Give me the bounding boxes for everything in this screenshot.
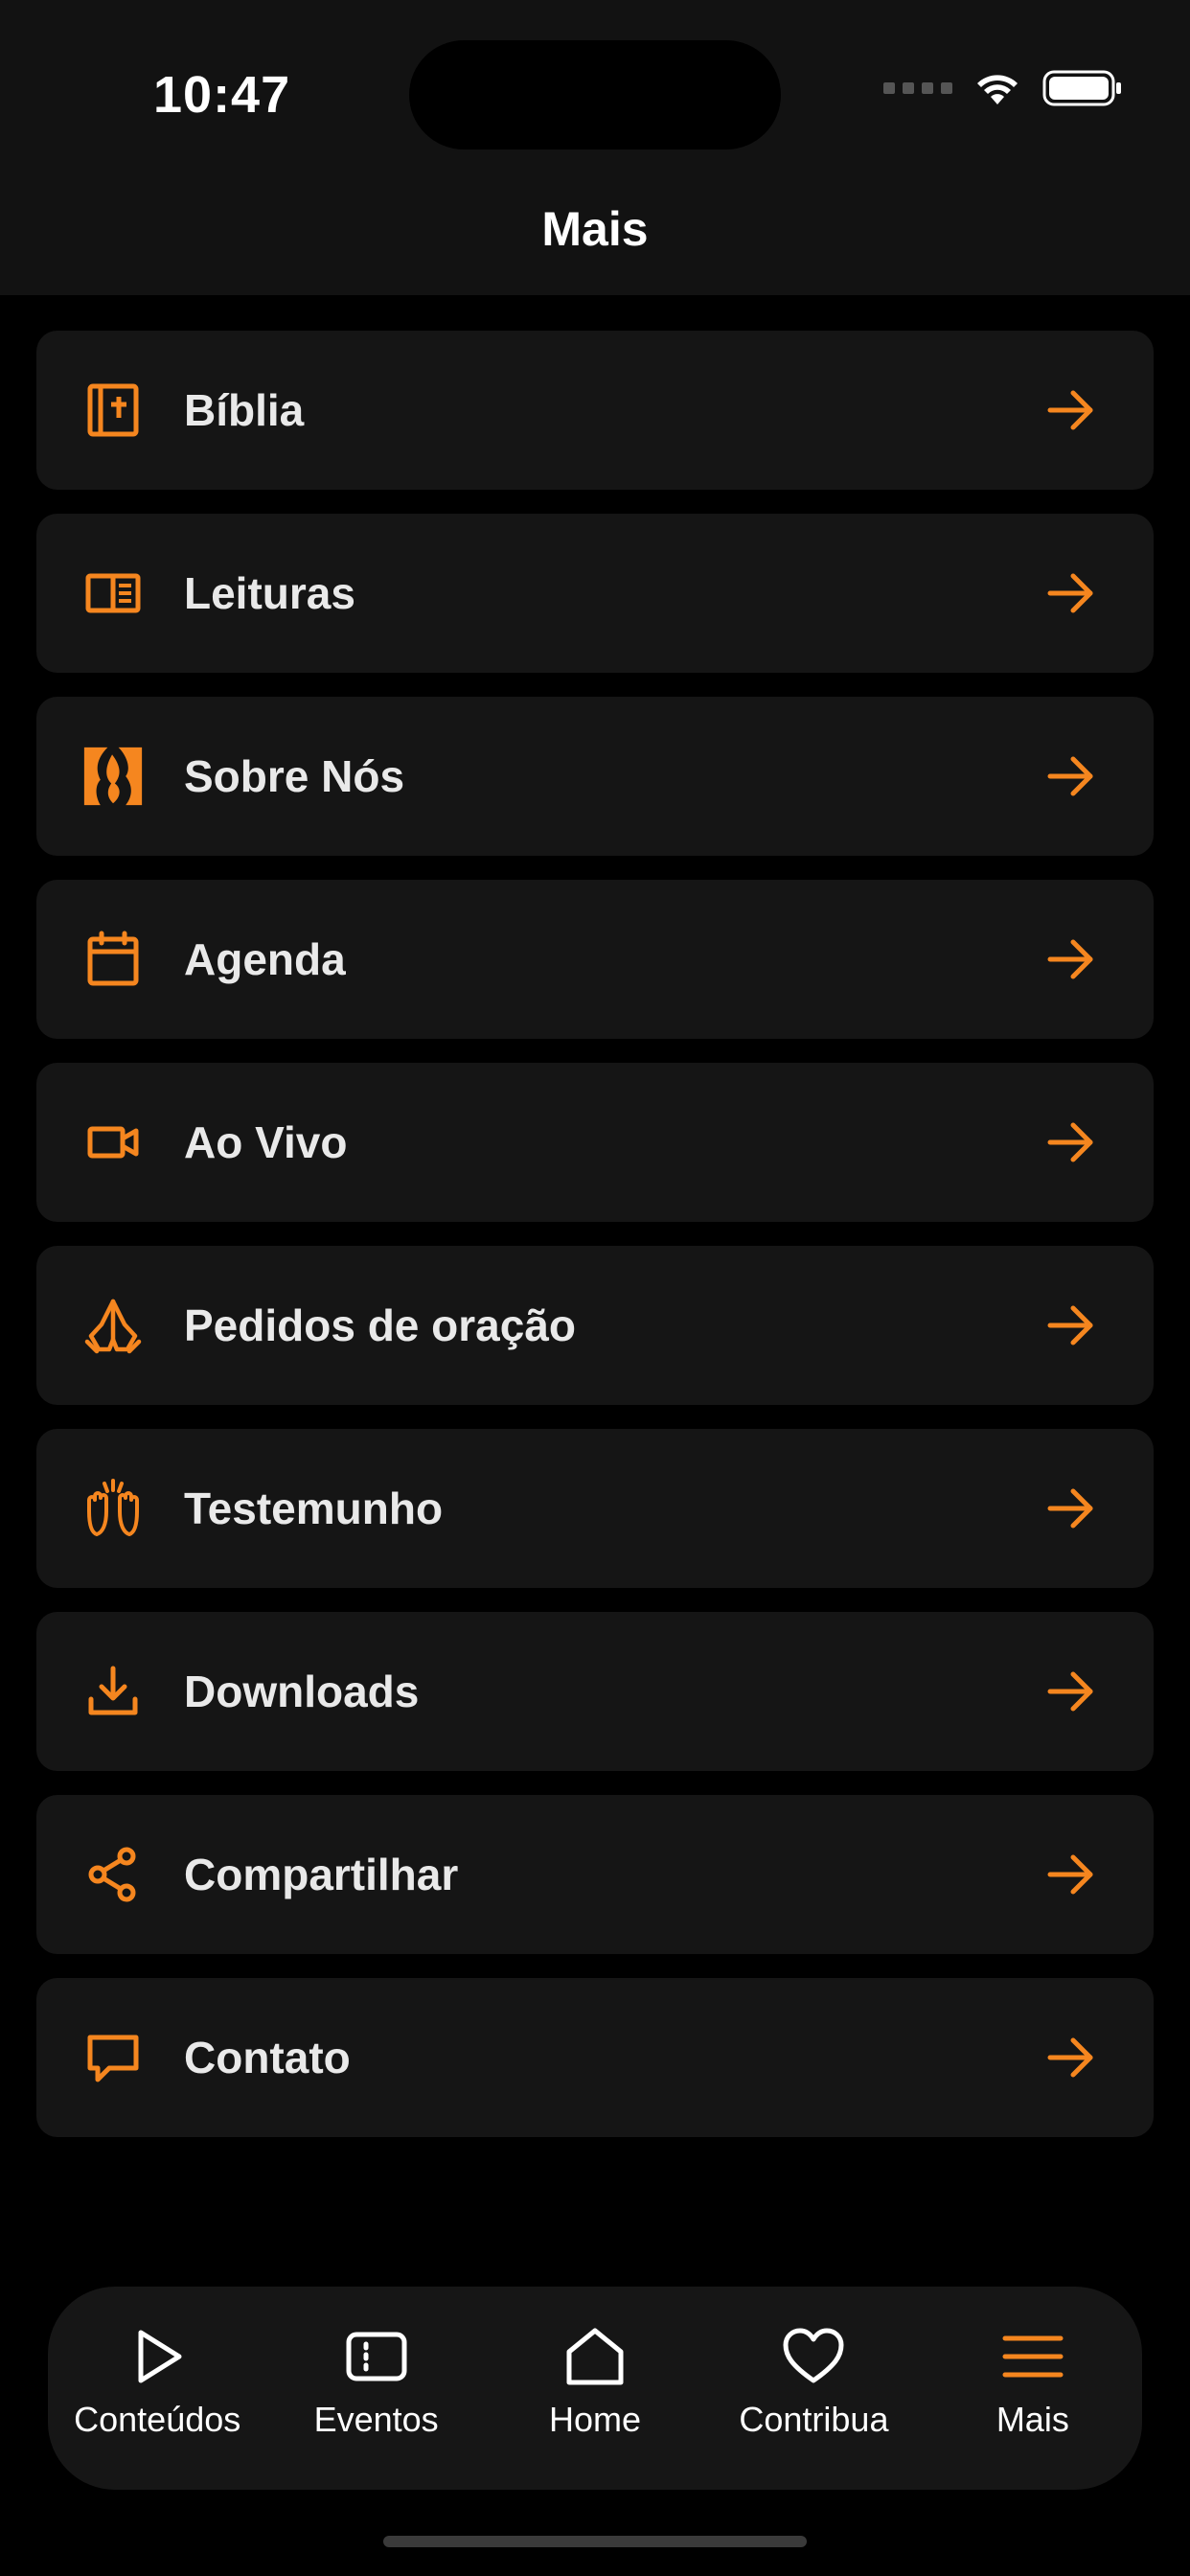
- arrow-right-icon: [1047, 573, 1093, 613]
- ticket-icon: [346, 2332, 407, 2381]
- tab-label: Home: [549, 2400, 642, 2439]
- church-logo-icon: [82, 746, 144, 807]
- menu-item-biblia[interactable]: Bíblia: [36, 331, 1154, 490]
- dynamic-island: [409, 40, 781, 150]
- arrow-right-icon: [1047, 1305, 1093, 1346]
- tab-conteudos[interactable]: Conteúdos: [48, 2287, 266, 2490]
- chat-bubble-icon: [82, 2027, 144, 2088]
- praying-hands-icon: [82, 1295, 144, 1356]
- battery-icon: [1042, 70, 1121, 106]
- arrow-right-icon: [1047, 390, 1093, 430]
- arrow-right-icon: [1047, 939, 1093, 979]
- tab-label: Contribua: [739, 2400, 889, 2439]
- tab-label: Eventos: [313, 2400, 439, 2439]
- arrow-right-icon: [1047, 2037, 1093, 2078]
- menu-item-label: Agenda: [184, 934, 346, 984]
- bible-icon: [82, 380, 144, 441]
- menu-item-label: Ao Vivo: [184, 1117, 348, 1167]
- menu-item-leituras[interactable]: Leituras: [36, 514, 1154, 673]
- heart-icon: [783, 2328, 844, 2383]
- tab-mais[interactable]: Mais: [924, 2287, 1142, 2490]
- menu-item-sobre-nos[interactable]: Sobre Nós: [36, 697, 1154, 856]
- menu-item-label: Pedidos de oração: [184, 1300, 577, 1350]
- page-title: Mais: [541, 202, 649, 256]
- download-icon: [82, 1661, 144, 1722]
- status-icons: [883, 69, 1123, 107]
- menu-item-label: Leituras: [184, 568, 355, 618]
- menu-item-label: Compartilhar: [184, 1850, 459, 1899]
- arrow-right-icon: [1047, 1122, 1093, 1162]
- wifi-icon: [977, 75, 1018, 104]
- menu-item-label: Testemunho: [184, 1484, 444, 1533]
- tab-contribua[interactable]: Contribua: [704, 2287, 923, 2490]
- menu-item-downloads[interactable]: Downloads: [36, 1612, 1154, 1771]
- menu-item-testemunho[interactable]: Testemunho: [36, 1429, 1154, 1588]
- arrow-right-icon: [1047, 756, 1093, 796]
- home-icon: [566, 2328, 624, 2385]
- menu-list: Bíblia Leituras Sobre Nós Agenda Ao Vivo…: [36, 331, 1154, 2161]
- arrow-right-icon: [1047, 1488, 1093, 1529]
- status-bar: 10:47: [0, 0, 1190, 153]
- tab-eventos[interactable]: Eventos: [266, 2287, 485, 2490]
- arrow-right-icon: [1047, 1854, 1093, 1895]
- share-icon: [82, 1844, 144, 1905]
- menu-item-contato[interactable]: Contato: [36, 1978, 1154, 2137]
- tab-home[interactable]: Home: [486, 2287, 704, 2490]
- tab-label: Conteúdos: [74, 2400, 241, 2439]
- menu-item-agenda[interactable]: Agenda: [36, 880, 1154, 1039]
- menu-item-label: Sobre Nós: [184, 751, 405, 801]
- tab-label: Mais: [995, 2400, 1069, 2439]
- menu-icon: [1002, 2335, 1064, 2378]
- tab-bar: Conteúdos Eventos Home Contribua Mais: [48, 2287, 1142, 2490]
- cellular-signal-icon: [883, 82, 952, 94]
- menu-item-pedidos-de-oracao[interactable]: Pedidos de oração: [36, 1246, 1154, 1405]
- play-icon: [138, 2330, 182, 2383]
- menu-item-ao-vivo[interactable]: Ao Vivo: [36, 1063, 1154, 1222]
- menu-item-compartilhar[interactable]: Compartilhar: [36, 1795, 1154, 1954]
- menu-item-label: Contato: [184, 2033, 351, 2082]
- menu-item-label: Bíblia: [184, 385, 305, 435]
- arrow-right-icon: [1047, 1671, 1093, 1712]
- menu-item-label: Downloads: [184, 1667, 420, 1716]
- video-camera-icon: [82, 1112, 144, 1173]
- raised-hands-icon: [82, 1478, 144, 1539]
- status-time: 10:47: [153, 66, 291, 124]
- home-indicator[interactable]: [383, 2536, 807, 2547]
- calendar-icon: [82, 929, 144, 990]
- book-open-icon: [82, 563, 144, 624]
